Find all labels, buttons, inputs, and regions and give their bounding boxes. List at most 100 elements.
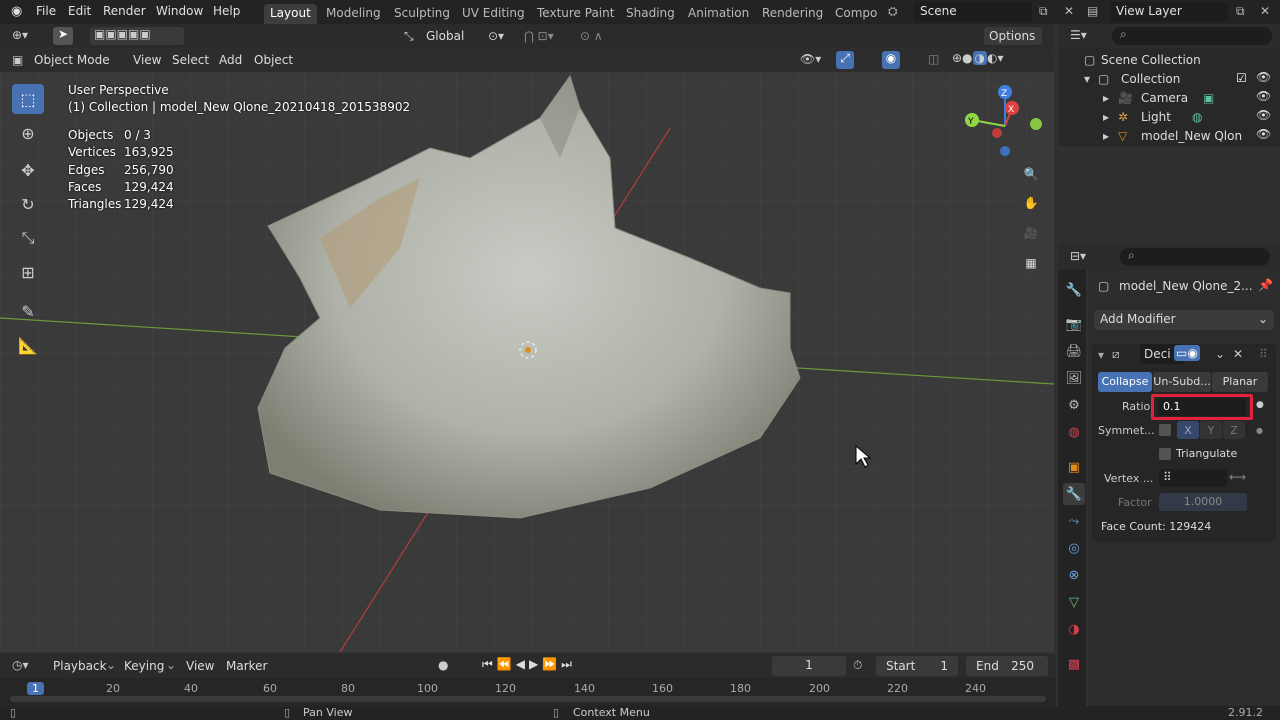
- measure-tool[interactable]: 📐: [12, 330, 44, 360]
- remove-modifier-icon[interactable]: ✕: [1233, 347, 1243, 361]
- outliner-item-model[interactable]: model_New Qlon: [1141, 129, 1242, 143]
- zoom-icon[interactable]: 🔍: [1019, 163, 1043, 187]
- xray-icon[interactable]: ◫: [928, 52, 939, 66]
- outliner-editor-icon[interactable]: ☰▾: [1070, 28, 1087, 42]
- scene-tab-icon[interactable]: ⚙: [1063, 394, 1085, 416]
- rotate-tool[interactable]: ↻: [12, 189, 44, 219]
- scene-collection-label[interactable]: Scene Collection: [1101, 53, 1201, 67]
- timeline-view-menu[interactable]: View: [186, 659, 214, 673]
- collection-checkbox-icon[interactable]: ☑: [1236, 71, 1247, 85]
- factor-field[interactable]: 1.0000: [1159, 493, 1247, 511]
- collapse-icon[interactable]: ▾: [1098, 348, 1104, 362]
- tool-tab-icon[interactable]: 🔧: [1063, 279, 1085, 301]
- mode-planar-button[interactable]: Planar: [1212, 372, 1268, 392]
- eye-icon[interactable]: 👁: [1256, 127, 1271, 141]
- menu-edit[interactable]: Edit: [68, 4, 91, 18]
- symmetry-checkbox[interactable]: [1159, 424, 1171, 436]
- proportional-edit-icon[interactable]: ⊙ ∧: [580, 29, 603, 43]
- outliner-item-light[interactable]: Light: [1141, 110, 1171, 124]
- keyframe-dot-icon[interactable]: ●: [1256, 400, 1264, 410]
- select-box-tool[interactable]: ⬚: [12, 84, 44, 114]
- marker-menu[interactable]: Marker: [226, 659, 267, 673]
- outliner-search-icon[interactable]: ⌕: [1112, 27, 1272, 45]
- tab-shading[interactable]: Shading: [620, 4, 681, 24]
- scene-name-field[interactable]: Scene: [914, 2, 1032, 22]
- menu-select[interactable]: Select: [172, 53, 209, 67]
- data-tab-icon[interactable]: ▽: [1063, 591, 1085, 613]
- invert-vertex-group-icon[interactable]: ⟷: [1229, 470, 1246, 484]
- tab-sculpting[interactable]: Sculpting: [388, 4, 456, 24]
- pan-hand-icon[interactable]: ✋: [1019, 192, 1043, 216]
- tab-compositing[interactable]: Compo: [829, 4, 883, 24]
- view-layer-field[interactable]: View Layer: [1110, 2, 1228, 22]
- keyframe-dot-icon[interactable]: ●: [1256, 426, 1263, 435]
- mode-collapse-button[interactable]: Collapse: [1098, 372, 1152, 392]
- texture-tab-icon[interactable]: ▩: [1063, 653, 1085, 675]
- select-tool-icon[interactable]: ➤: [53, 27, 73, 45]
- tab-modeling[interactable]: Modeling: [320, 4, 387, 24]
- mode-unsubdiv-button[interactable]: Un-Subd...: [1153, 372, 1211, 392]
- snap-icon[interactable]: ⋂ ⊡▾: [524, 29, 554, 43]
- eye-icon[interactable]: 👁: [1256, 108, 1271, 122]
- timeline-editor-icon[interactable]: ◷▾: [12, 658, 29, 672]
- new-scene-icon[interactable]: ⧉: [1039, 4, 1048, 19]
- overlay-toggle-icon[interactable]: ◉: [882, 51, 900, 69]
- modifier-tab-icon[interactable]: 🔧: [1063, 483, 1085, 505]
- add-modifier-dropdown[interactable]: Add Modifier ⌄: [1094, 310, 1274, 330]
- remove-scene-icon[interactable]: ✕: [1064, 4, 1074, 18]
- object-mode-dropdown[interactable]: Object Mode: [34, 53, 110, 67]
- menu-object[interactable]: Object: [254, 53, 293, 67]
- tab-texture-paint[interactable]: Texture Paint: [531, 4, 620, 24]
- ratio-input[interactable]: 0.1: [1158, 398, 1246, 416]
- tab-rendering[interactable]: Rendering: [756, 4, 829, 24]
- gizmo-toggle-icon[interactable]: ⤢: [836, 51, 854, 69]
- transform-tool[interactable]: ⊞: [12, 257, 44, 287]
- end-frame-field[interactable]: End 250: [966, 656, 1048, 676]
- menu-render[interactable]: Render: [103, 4, 146, 18]
- constraints-tab-icon[interactable]: ⊗: [1063, 564, 1085, 586]
- 3d-viewport[interactable]: Z X Y ▣ Object Mode View Select Add Obje…: [0, 48, 1054, 652]
- render-tab-icon[interactable]: 📷: [1063, 313, 1085, 335]
- selection-mode-buttons[interactable]: ▣▣▣▣▣: [90, 27, 184, 45]
- tab-layout[interactable]: Layout: [264, 4, 317, 24]
- stopwatch-icon[interactable]: ⏱: [853, 658, 862, 673]
- particles-tab-icon[interactable]: ⤳: [1063, 510, 1085, 532]
- blender-logo-icon[interactable]: ◉: [11, 4, 22, 19]
- output-tab-icon[interactable]: 🖨: [1063, 340, 1085, 362]
- camera-view-icon[interactable]: 🎥: [1019, 222, 1043, 246]
- keying-menu[interactable]: Keying: [124, 659, 164, 673]
- tab-animation[interactable]: Animation: [682, 4, 755, 24]
- scale-tool[interactable]: ⤡: [12, 223, 44, 253]
- collection-label[interactable]: Collection: [1121, 72, 1180, 86]
- axis-z-button[interactable]: Z: [1223, 421, 1245, 439]
- menu-window[interactable]: Window: [156, 4, 203, 18]
- outliner-item-camera[interactable]: Camera: [1141, 91, 1188, 105]
- expand-icon[interactable]: ▸: [1103, 129, 1109, 143]
- modifier-menu-icon[interactable]: ⌄: [1215, 347, 1225, 361]
- menu-file[interactable]: File: [36, 4, 56, 18]
- annotate-tool[interactable]: ✎: [12, 296, 44, 326]
- timeline-scrollbar[interactable]: [10, 696, 1046, 702]
- perspective-toggle-icon[interactable]: ▦: [1019, 252, 1043, 276]
- shading-modes[interactable]: ⊕● ◑ ◐▾: [952, 51, 1004, 65]
- physics-tab-icon[interactable]: ◎: [1063, 537, 1085, 559]
- expand-icon[interactable]: ▸: [1103, 91, 1109, 105]
- expand-icon[interactable]: ▸: [1103, 110, 1109, 124]
- menu-view[interactable]: View: [133, 53, 161, 67]
- editor-type-icon[interactable]: ⊕▾: [12, 28, 28, 42]
- view-layer-tab-icon[interactable]: 🖼: [1063, 367, 1085, 389]
- menu-help[interactable]: Help: [213, 4, 240, 18]
- expand-icon[interactable]: ▾: [1084, 72, 1090, 86]
- realtime-toggle-icon[interactable]: ▭◉: [1174, 345, 1200, 361]
- axis-y-button[interactable]: Y: [1200, 421, 1222, 439]
- eye-icon[interactable]: 👁: [1256, 89, 1271, 103]
- axis-x-button[interactable]: X: [1177, 421, 1199, 439]
- pivot-icon[interactable]: ⊙▾: [488, 29, 504, 43]
- visibility-icon[interactable]: 👁▾: [800, 52, 821, 66]
- object-tab-icon[interactable]: ▣: [1063, 456, 1085, 478]
- move-tool[interactable]: ✥: [12, 155, 44, 185]
- orientation-dropdown[interactable]: Global: [426, 29, 464, 43]
- playback-menu[interactable]: Playback: [53, 659, 107, 673]
- scene-browse-icon[interactable]: ⛭: [888, 4, 898, 19]
- cursor-tool[interactable]: ⊕: [12, 118, 44, 148]
